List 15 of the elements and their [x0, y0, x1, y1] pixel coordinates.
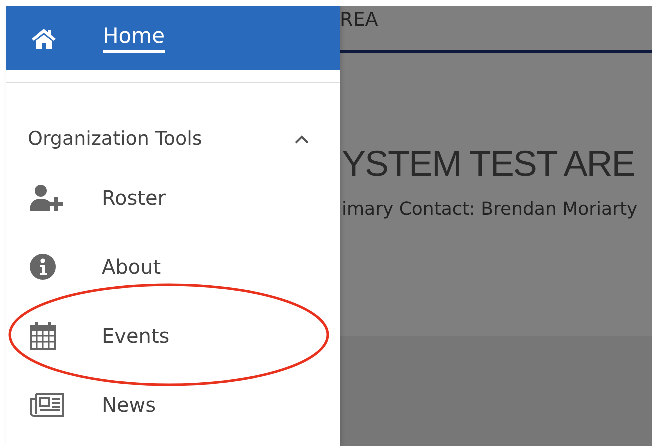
- home-link[interactable]: Home: [103, 24, 166, 52]
- contact-text: imary Contact: Brendan Moriarty: [342, 199, 639, 220]
- menu-item[interactable]: Roster: [102, 186, 166, 210]
- newspaper-icon: [30, 392, 64, 416]
- menu-item[interactable]: About: [102, 254, 162, 278]
- home-icon: [31, 27, 57, 49]
- user-plus-icon: [30, 184, 64, 210]
- section-header[interactable]: Organization Tools: [6, 83, 340, 163]
- page-title: YSTEM TEST ARE: [342, 143, 635, 185]
- calendar-icon: [30, 322, 56, 350]
- info-icon: [30, 254, 56, 280]
- menu-item[interactable]: Events: [102, 324, 170, 348]
- page-header-text: REA: [340, 9, 378, 31]
- menu-item[interactable]: News: [102, 392, 156, 416]
- section-title: Organization Tools: [28, 128, 202, 150]
